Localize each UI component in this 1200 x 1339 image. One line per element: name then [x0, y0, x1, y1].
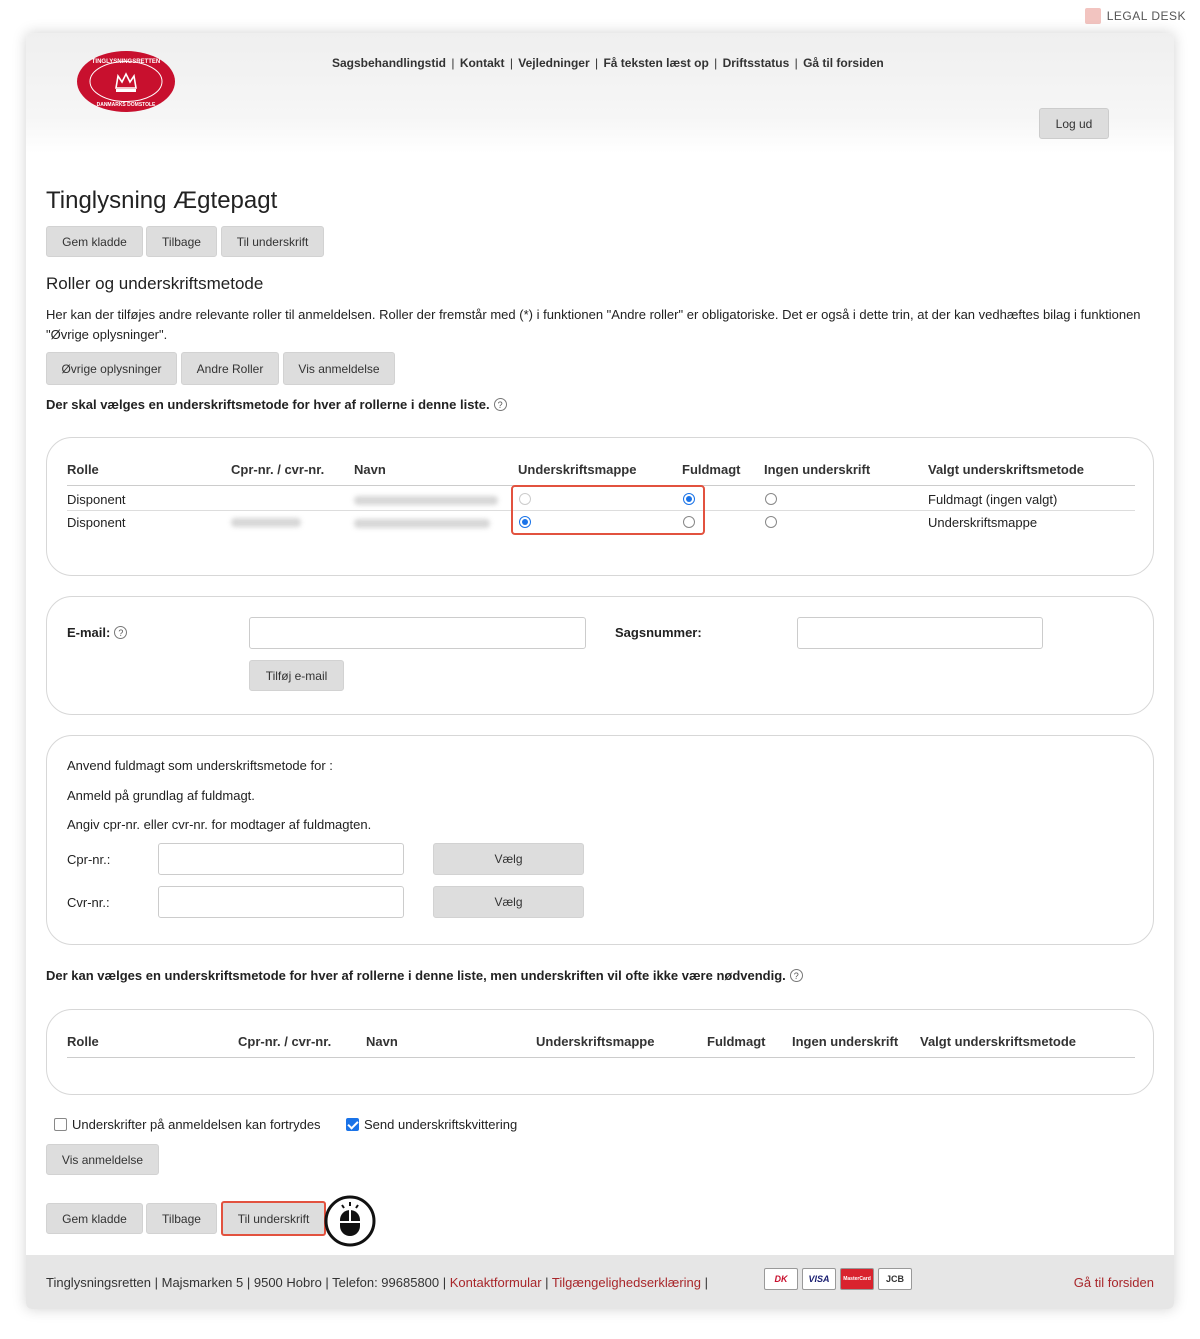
- row-role: Disponent: [67, 515, 126, 530]
- help-icon[interactable]: ?: [789, 969, 803, 982]
- col-chosen-method: Valgt underskriftsmetode: [920, 1034, 1077, 1049]
- col-no-signature: Ingen underskrift: [764, 462, 871, 477]
- col-no-signature: Ingen underskrift: [792, 1034, 899, 1049]
- site-header: TINGLYSNINGSRETTEN DANMARKS DOMSTOLE Sag…: [26, 33, 1174, 153]
- required-roles-heading-text: Der skal vælges en underskriftsmetode fo…: [46, 397, 490, 412]
- legal-desk-brand: LEGAL DESK: [1084, 8, 1186, 24]
- footer-address: Tinglysningsretten | Majsmarken 5 | 9500…: [46, 1275, 447, 1290]
- col-signature-folder: Underskriftsmappe: [536, 1034, 655, 1049]
- optional-roles-panel: Rolle Cpr-nr. / cvr-nr. Navn Underskrift…: [46, 1009, 1154, 1095]
- other-info-tab[interactable]: Øvrige oplysninger: [46, 352, 177, 385]
- col-role: Rolle: [67, 462, 99, 477]
- col-proxy: Fuldmagt: [682, 462, 741, 477]
- site-footer: Tinglysningsretten | Majsmarken 5 | 9500…: [26, 1255, 1174, 1309]
- accessibility-link[interactable]: Tilgængelighedserklæring: [552, 1275, 701, 1290]
- email-input[interactable]: [249, 617, 586, 649]
- add-email-button[interactable]: Tilføj e-mail: [249, 660, 344, 691]
- col-cpr-cvr: Cpr-nr. / cvr-nr.: [238, 1034, 332, 1049]
- help-icon[interactable]: ?: [114, 626, 128, 639]
- payment-cards: DK VISA MasterCard JCB: [764, 1268, 912, 1290]
- footer-separator: |: [545, 1275, 552, 1290]
- logout-button[interactable]: Log ud: [1039, 108, 1109, 139]
- save-draft-button[interactable]: Gem kladde: [46, 226, 143, 257]
- email-label: E-mail: ?: [67, 625, 128, 640]
- svg-text:DANMARKS DOMSTOLE: DANMARKS DOMSTOLE: [97, 102, 156, 108]
- redacted-name: [354, 519, 490, 528]
- mouse-click-icon: [324, 1195, 376, 1247]
- footer-address-line: Tinglysningsretten | Majsmarken 5 | 9500…: [46, 1275, 708, 1290]
- revocable-checkbox[interactable]: [54, 1118, 67, 1131]
- col-role: Rolle: [67, 1034, 99, 1049]
- page-title: Tinglysning Ægtepagt: [46, 187, 278, 214]
- cvr-label: Cvr-nr.:: [67, 895, 110, 910]
- proxy-basis: Anmeld på grundlag af fuldmagt.: [67, 788, 255, 803]
- revocable-label: Underskrifter på anmeldelsen kan fortryd…: [72, 1117, 321, 1132]
- optional-roles-heading-text: Der kan vælges en underskriftsmetode for…: [46, 968, 786, 983]
- browser-window: TINGLYSNINGSRETTEN DANMARKS DOMSTOLE Sag…: [26, 33, 1174, 1309]
- case-number-label: Sagsnummer:: [615, 625, 702, 640]
- table-header-divider: [67, 1057, 1135, 1058]
- no-signature-radio[interactable]: [765, 516, 777, 528]
- top-navigation: Sagsbehandlingstid | Kontakt | Vejlednin…: [332, 56, 884, 70]
- tinglysningsretten-seal-logo[interactable]: TINGLYSNINGSRETTEN DANMARKS DOMSTOLE: [76, 50, 176, 113]
- no-signature-radio[interactable]: [765, 493, 777, 505]
- nav-processing-time[interactable]: Sagsbehandlingstid: [332, 56, 446, 70]
- save-draft-button-bottom[interactable]: Gem kladde: [46, 1203, 143, 1234]
- choose-cvr-button[interactable]: Vælg: [433, 886, 584, 918]
- nav-read-aloud[interactable]: Få teksten læst op: [603, 56, 708, 70]
- section-description: Her kan der tilføjes andre relevante rol…: [46, 307, 1141, 342]
- email-panel: E-mail: ? Sagsnummer: Tilføj e-mail: [46, 596, 1154, 715]
- chosen-method: Fuldmagt (ingen valgt): [928, 492, 1058, 507]
- send-receipt-checkbox[interactable]: [346, 1118, 359, 1131]
- mastercard-card-icon: MasterCard: [840, 1268, 874, 1290]
- footer-separator: |: [704, 1275, 709, 1290]
- show-filing-tab[interactable]: Vis anmeldelse: [283, 352, 395, 385]
- svg-text:TINGLYSNINGSRETTEN: TINGLYSNINGSRETTEN: [92, 59, 160, 65]
- cpr-label: Cpr-nr.:: [67, 852, 111, 867]
- nav-guides[interactable]: Vejledninger: [518, 56, 589, 70]
- cpr-input[interactable]: [158, 843, 404, 875]
- dankort-card-icon: DK: [764, 1268, 798, 1290]
- optional-roles-heading: Der kan vælges en underskriftsmetode for…: [46, 968, 803, 983]
- chosen-method: Underskriftsmappe: [928, 515, 1038, 530]
- nav-contact[interactable]: Kontakt: [460, 56, 505, 70]
- contact-form-link[interactable]: Kontaktformular: [450, 1275, 542, 1290]
- required-roles-panel: Rolle Cpr-nr. / cvr-nr. Navn Underskrift…: [46, 437, 1154, 576]
- email-label-text: E-mail:: [67, 625, 111, 640]
- proxy-panel: Anvend fuldmagt som underskriftsmetode f…: [46, 735, 1154, 945]
- proxy-intro: Anvend fuldmagt som underskriftsmetode f…: [67, 758, 333, 773]
- send-receipt-label: Send underskriftskvittering: [364, 1117, 518, 1132]
- nav-home[interactable]: Gå til forsiden: [803, 56, 884, 70]
- choose-cpr-button[interactable]: Vælg: [433, 843, 584, 875]
- col-chosen-method: Valgt underskriftsmetode: [928, 462, 1085, 477]
- case-number-input[interactable]: [797, 617, 1043, 649]
- col-name: Navn: [354, 462, 386, 477]
- to-signature-button[interactable]: Til underskrift: [221, 226, 324, 257]
- nav-operations-status[interactable]: Driftsstatus: [723, 56, 790, 70]
- footer-home-link[interactable]: Gå til forsiden: [1074, 1275, 1154, 1290]
- show-filing-button[interactable]: Vis anmeldelse: [46, 1144, 159, 1175]
- highlight-frame: [511, 485, 705, 535]
- section-title: Roller og underskriftsmetode: [46, 274, 264, 293]
- other-roles-tab[interactable]: Andre Roller: [181, 352, 279, 385]
- col-proxy: Fuldmagt: [707, 1034, 766, 1049]
- visa-card-icon: VISA: [802, 1268, 836, 1290]
- back-button[interactable]: Tilbage: [146, 226, 217, 257]
- legal-desk-logo-icon: [1084, 8, 1101, 24]
- redacted-name: [354, 496, 498, 505]
- to-signature-button-bottom[interactable]: Til underskrift: [221, 1201, 326, 1236]
- back-button-bottom[interactable]: Tilbage: [146, 1203, 217, 1234]
- jcb-card-icon: JCB: [878, 1268, 912, 1290]
- proxy-instructions: Angiv cpr-nr. eller cvr-nr. for modtager…: [67, 817, 372, 832]
- row-role: Disponent: [67, 492, 126, 507]
- brand-name: LEGAL DESK: [1106, 9, 1186, 23]
- col-name: Navn: [366, 1034, 398, 1049]
- cvr-input[interactable]: [158, 886, 404, 918]
- required-roles-heading: Der skal vælges en underskriftsmetode fo…: [46, 397, 507, 412]
- col-cpr-cvr: Cpr-nr. / cvr-nr.: [231, 462, 325, 477]
- help-icon[interactable]: ?: [493, 398, 507, 411]
- redacted-cpr: [231, 518, 301, 527]
- col-signature-folder: Underskriftsmappe: [518, 462, 637, 477]
